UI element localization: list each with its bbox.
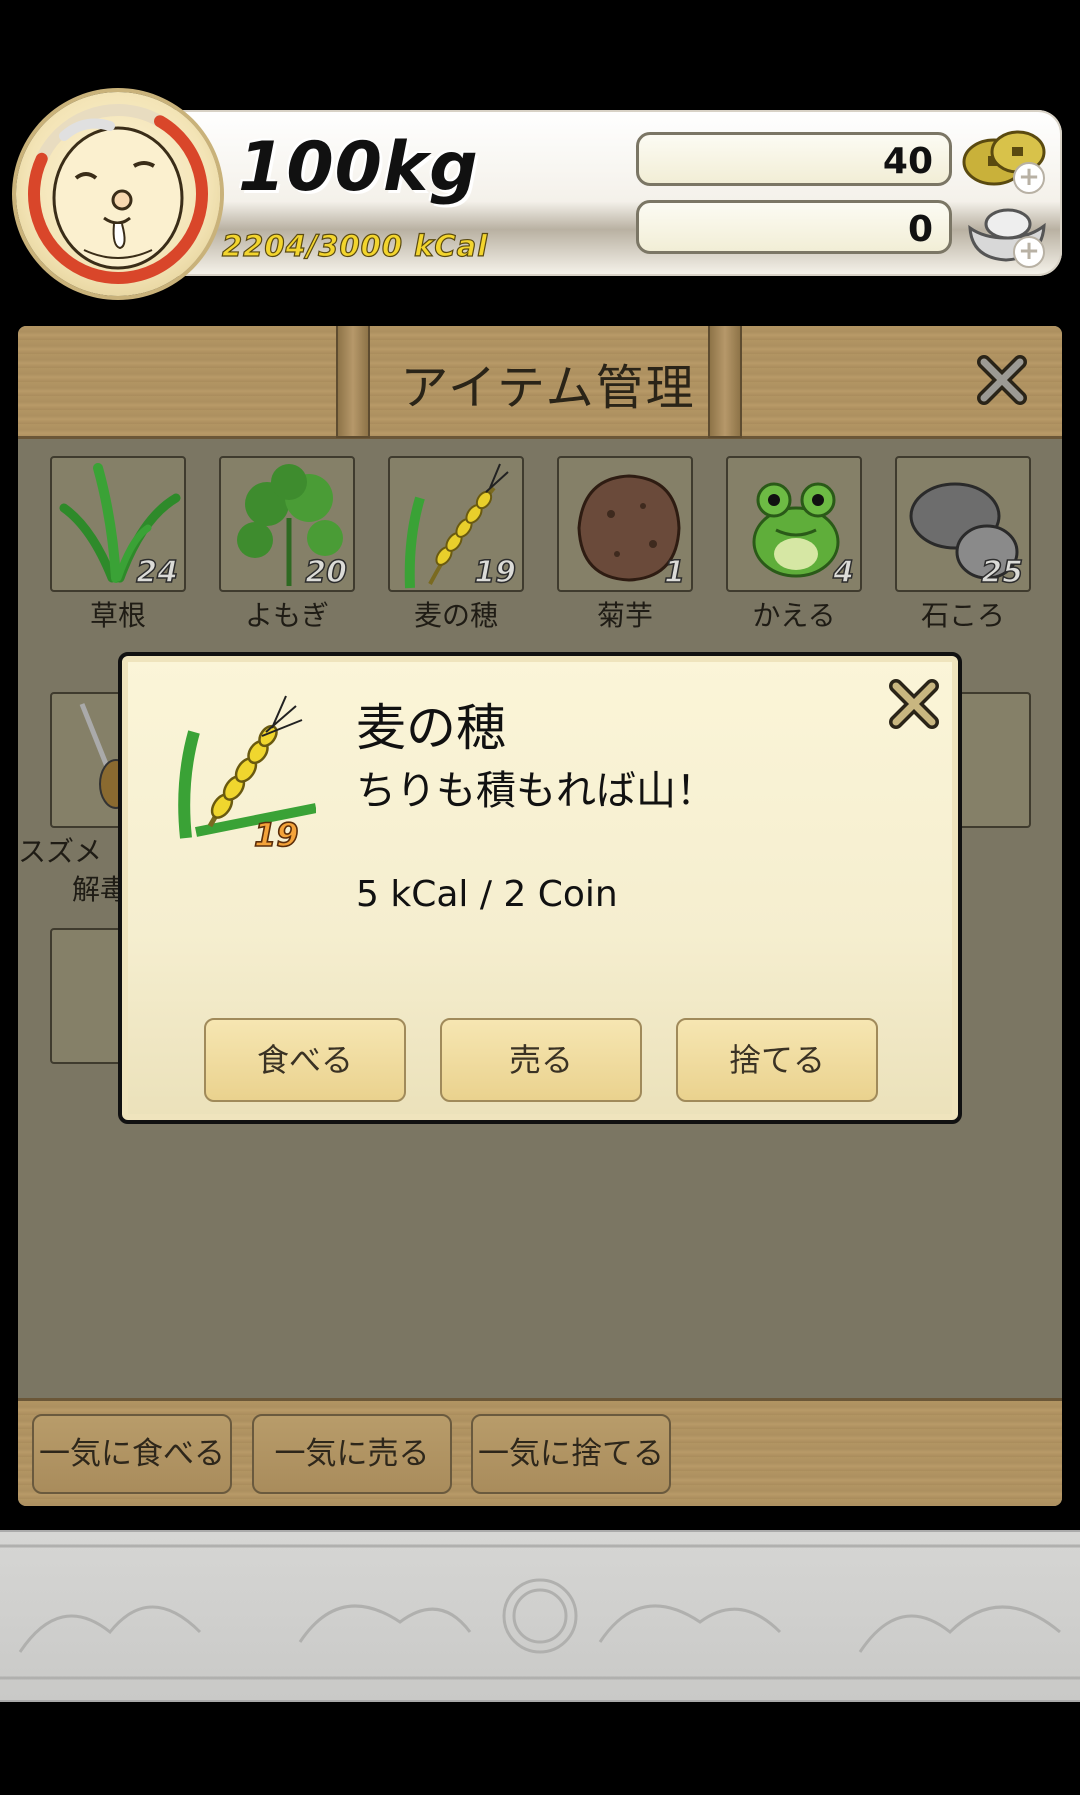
- decorative-banner: [0, 1530, 1080, 1702]
- item-label: よもぎ: [244, 599, 329, 632]
- panel-title: アイテム管理: [400, 360, 696, 416]
- item-slot-wheat-ear[interactable]: 19: [388, 456, 524, 592]
- discard-all-button[interactable]: 一気に捨てる: [471, 1414, 671, 1494]
- item-label: 麦の穂: [413, 599, 498, 632]
- eat-all-button[interactable]: 一気に食べる: [32, 1414, 232, 1494]
- item-count-badge: 19: [253, 815, 299, 855]
- item-name: 麦の穂: [356, 699, 506, 757]
- silver-coin-field: 0: [636, 200, 952, 254]
- add-gold-button[interactable]: +: [1013, 162, 1045, 194]
- item-count: 4: [832, 554, 854, 590]
- item-slot-pebble[interactable]: 25: [895, 456, 1031, 592]
- gold-coin-count: 40: [882, 141, 933, 182]
- sign-post-left: [336, 326, 370, 438]
- item-description: ちりも積もれば山！: [356, 768, 716, 814]
- close-dialog-icon[interactable]: [888, 678, 940, 730]
- sign-post-right: [708, 326, 742, 438]
- item-price-info: 5 kCal / 2 Coin: [356, 874, 618, 915]
- item-slot-mugwort[interactable]: 20: [219, 456, 355, 592]
- item-slot-jerusalem-artichoke[interactable]: 1: [557, 456, 693, 592]
- item-label: 菊芋: [596, 599, 653, 632]
- item-count: 20: [305, 554, 348, 590]
- item-label: 石ころ: [920, 599, 1005, 632]
- character-avatar[interactable]: [16, 92, 220, 296]
- calorie-counter: 2204/3000 kCal: [221, 228, 489, 263]
- item-slot-grass-root[interactable]: 24: [50, 456, 186, 592]
- item-label: 草根: [89, 599, 146, 632]
- eat-button[interactable]: 食べる: [204, 1018, 406, 1102]
- discard-button[interactable]: 捨てる: [676, 1018, 878, 1102]
- silver-coin-count: 0: [907, 209, 933, 250]
- item-label: かえる: [752, 599, 836, 632]
- item-count: 25: [981, 554, 1024, 590]
- add-silver-button[interactable]: +: [1013, 236, 1045, 268]
- item-slot-frog[interactable]: 4: [726, 456, 862, 592]
- close-panel-icon[interactable]: [976, 354, 1028, 406]
- weight-value: 100kg: [238, 128, 479, 207]
- item-count: 19: [474, 554, 517, 590]
- item-count: 24: [136, 554, 179, 590]
- calorie-ring-icon: [28, 104, 208, 284]
- item-count: 1: [663, 554, 685, 590]
- sell-all-button[interactable]: 一気に売る: [252, 1414, 452, 1494]
- item-detail-dialog: 19 麦の穂 ちりも積もれば山！ 5 kCal / 2 Coin 食べる 売る …: [118, 652, 962, 1124]
- sell-button[interactable]: 売る: [440, 1018, 642, 1102]
- gold-coin-field: 40: [636, 132, 952, 186]
- cloud-pattern-icon: [0, 1544, 1080, 1680]
